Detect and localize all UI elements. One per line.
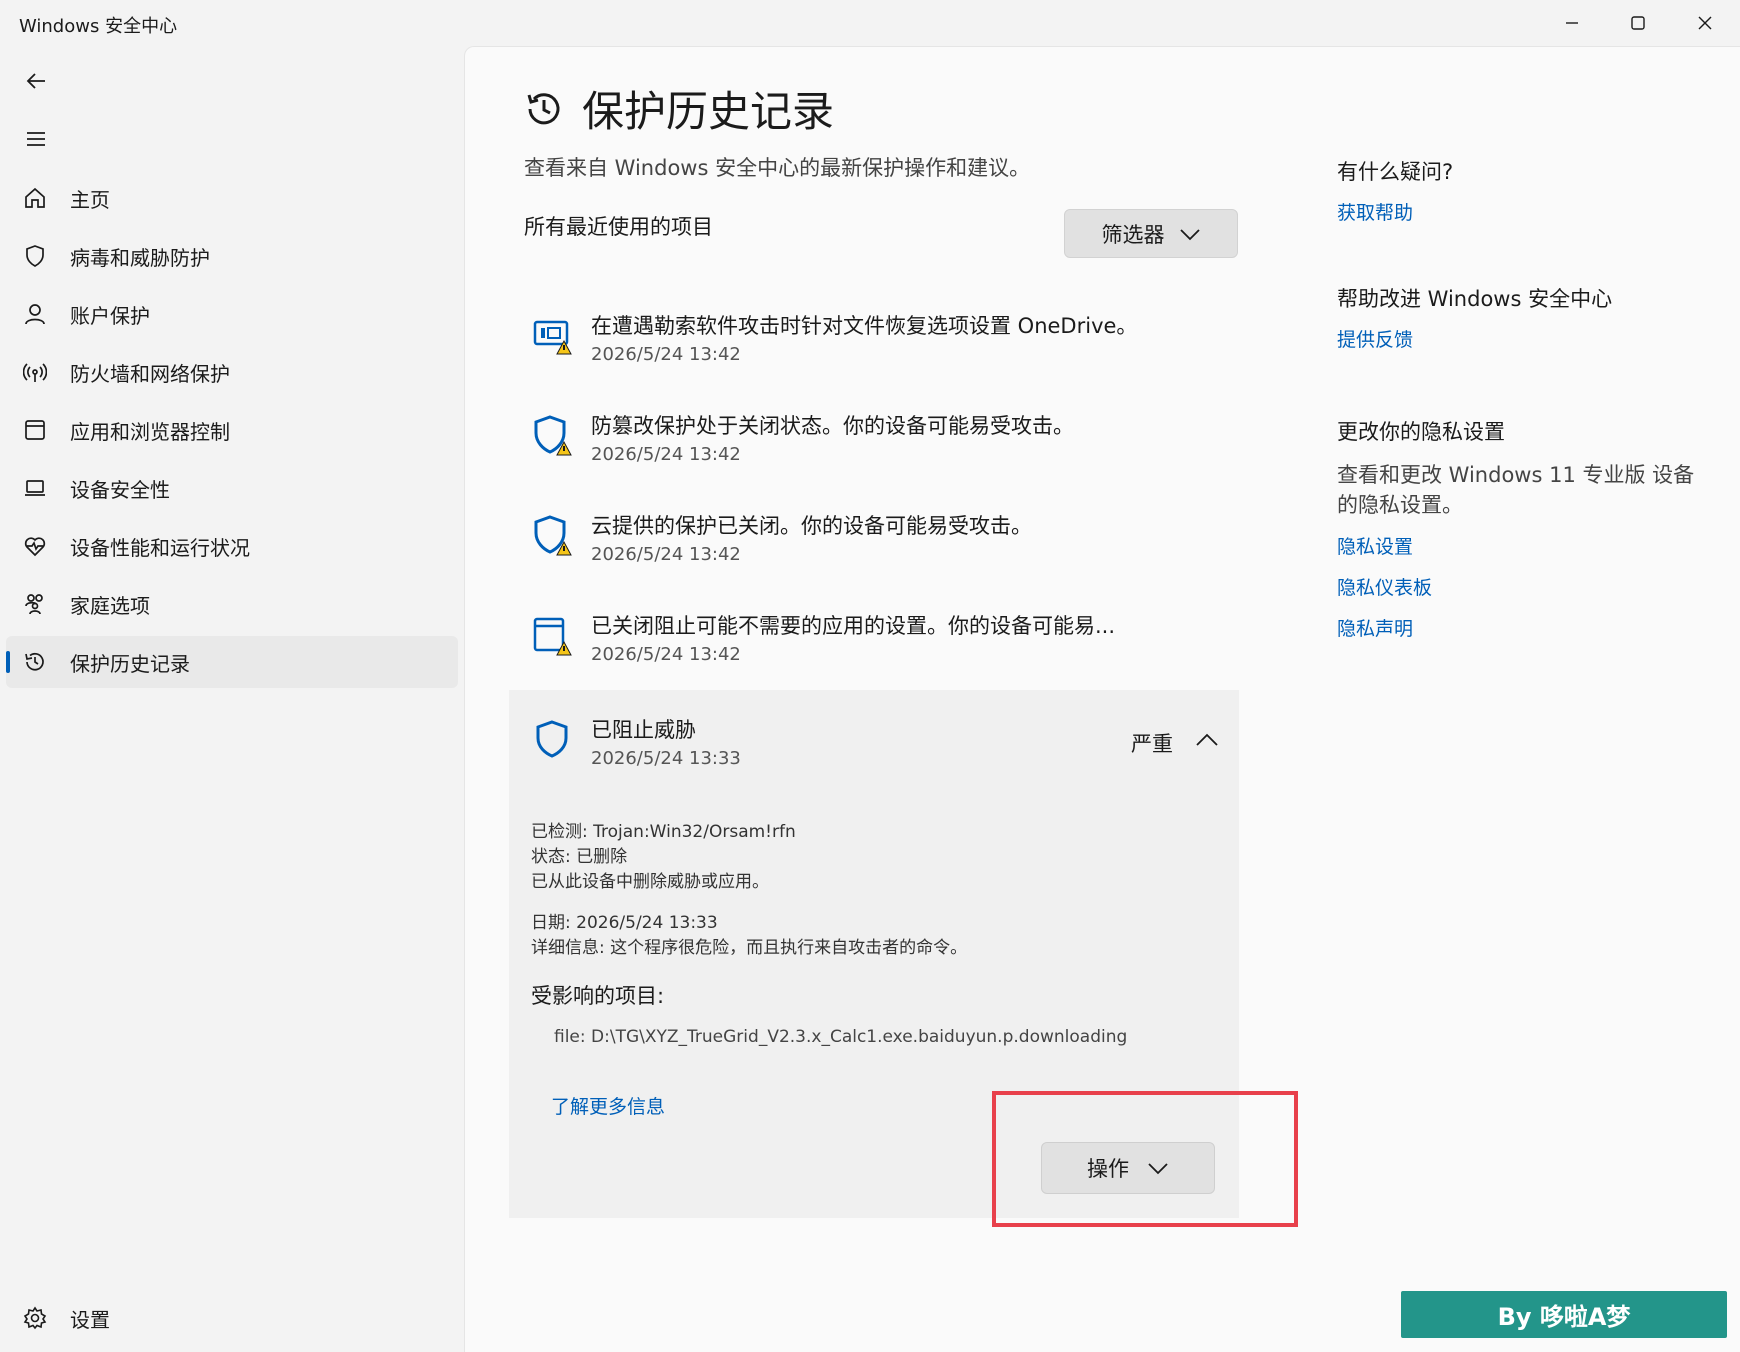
hamburger-icon (27, 132, 45, 146)
history-item-time: 2026/5/24 13:42 (591, 544, 741, 565)
sidebar-item-virus-protection[interactable]: 病毒和威胁防护 (6, 230, 458, 282)
close-button[interactable] (1679, 8, 1731, 38)
history-item[interactable]: 已关闭阻止可能不需要的应用的设置。你的设备可能易... 2026/5/24 13… (509, 590, 1239, 690)
privacy-dashboard-link[interactable]: 隐私仪表板 (1337, 573, 1697, 600)
sidebar-item-label: 防火墙和网络保护 (70, 361, 230, 386)
privacy-statement-link[interactable]: 隐私声明 (1337, 614, 1697, 641)
sidebar-item-home[interactable]: 主页 (6, 172, 458, 224)
back-button[interactable] (14, 61, 58, 101)
feedback-link[interactable]: 提供反馈 (1337, 325, 1697, 352)
sidebar-item-label: 主页 (70, 187, 110, 212)
get-help-link[interactable]: 获取帮助 (1337, 198, 1697, 225)
sidebar-item-account-protection[interactable]: 账户保护 (6, 288, 458, 340)
sidebar-item-device-performance[interactable]: 设备性能和运行状况 (6, 520, 458, 572)
window-title: Windows 安全中心 (19, 16, 178, 37)
privacy-description: 查看和更改 Windows 11 专业版 设备的隐私设置。 (1337, 463, 1695, 517)
shield-warning-icon (534, 415, 572, 456)
affected-items-title: 受影响的项目: (531, 984, 665, 1008)
sidebar-item-app-browser[interactable]: 应用和浏览器控制 (6, 404, 458, 456)
removed-text: 已从此设备中删除威胁或应用。 (531, 872, 769, 892)
title-bar: Windows 安全中心 (0, 0, 1740, 46)
privacy-heading: 更改你的隐私设置 (1337, 420, 1505, 444)
shield-warning-icon (534, 515, 572, 556)
history-item-time: 2026/5/24 13:42 (591, 344, 741, 365)
sidebar-item-label: 设备安全性 (70, 477, 170, 502)
shield-icon (20, 241, 50, 271)
filter-button[interactable]: 筛选器 (1064, 209, 1238, 258)
history-item-title: 防篡改保护处于关闭状态。你的设备可能易受攻击。 (591, 414, 1074, 438)
history-item[interactable]: 防篡改保护处于关闭状态。你的设备可能易受攻击。 2026/5/24 13:42 (509, 390, 1239, 490)
sidebar-item-device-security[interactable]: 设备安全性 (6, 462, 458, 514)
section-label: 所有最近使用的项目 (524, 215, 713, 239)
sidebar-item-firewall[interactable]: 防火墙和网络保护 (6, 346, 458, 398)
watermark-badge: By 哆啦A梦 (1401, 1291, 1727, 1338)
affected-file: file: D:\TG\XYZ_TrueGrid_V2.3.x_Calc1.ex… (554, 1027, 1128, 1047)
laptop-icon (20, 473, 50, 503)
shield-icon (536, 720, 568, 758)
severity-label: 严重 (1131, 732, 1173, 756)
ransomware-warning-icon (533, 320, 572, 355)
history-item[interactable]: 云提供的保护已关闭。你的设备可能易受攻击。 2026/5/24 13:42 (509, 490, 1239, 590)
sidebar-item-label: 账户保护 (70, 303, 150, 328)
history-item[interactable]: 在遭遇勒索软件攻击时针对文件恢复选项设置 OneDrive。 2026/5/24… (509, 290, 1239, 390)
history-item-title: 已关闭阻止可能不需要的应用的设置。你的设备可能易... (591, 614, 1116, 638)
family-icon (20, 589, 50, 619)
history-list: 在遭遇勒索软件攻击时针对文件恢复选项设置 OneDrive。 2026/5/24… (509, 290, 1239, 690)
settings-label: 设置 (70, 1307, 110, 1332)
date-text: 日期: 2026/5/24 13:33 (531, 913, 718, 933)
threat-details: 已检测: Trojan:Win32/Orsam!rfn 状态: 已删除 已从此设… (531, 820, 967, 961)
sidebar-nav: 主页 病毒和威胁防护 账户保护 防火墙和网络保护 应用和浏览器控制 设备安全性 … (6, 172, 458, 694)
sidebar-item-label: 病毒和威胁防护 (70, 245, 210, 270)
history-item-time: 2026/5/24 13:42 (591, 644, 741, 665)
status-text: 状态: 已删除 (531, 847, 628, 867)
details-text: 详细信息: 这个程序很危险，而且执行来自攻击者的命令。 (531, 938, 968, 958)
sidebar-item-label: 设备性能和运行状况 (70, 535, 250, 560)
menu-button[interactable] (14, 119, 58, 159)
page-header: 保护历史记录 (524, 78, 834, 139)
app-warning-icon (533, 617, 572, 656)
history-item-title: 在遭遇勒索软件攻击时针对文件恢复选项设置 OneDrive。 (591, 314, 1138, 338)
privacy-settings-link[interactable]: 隐私设置 (1337, 532, 1697, 559)
app-window-icon (20, 415, 50, 445)
maximize-button[interactable] (1612, 8, 1664, 38)
highlight-annotation-box (992, 1091, 1298, 1227)
page-title: 保护历史记录 (582, 87, 835, 136)
sidebar-item-label: 应用和浏览器控制 (70, 419, 230, 444)
sidebar-item-label: 家庭选项 (70, 593, 150, 618)
detected-text: 已检测: Trojan:Win32/Orsam!rfn (531, 822, 796, 842)
history-icon (20, 647, 50, 677)
chevron-up-icon (1196, 733, 1218, 746)
improve-heading: 帮助改进 Windows 安全中心 (1337, 287, 1613, 311)
close-icon (1698, 16, 1712, 30)
history-item-title: 云提供的保护已关闭。你的设备可能易受攻击。 (591, 514, 1032, 538)
learn-more-link[interactable]: 了解更多信息 (551, 1092, 665, 1119)
person-icon (20, 299, 50, 329)
threat-time: 2026/5/24 13:33 (591, 748, 741, 769)
question-heading: 有什么疑问? (1337, 160, 1454, 184)
minimize-button[interactable] (1546, 8, 1598, 38)
chevron-down-icon (1179, 228, 1200, 240)
sidebar-item-label: 保护历史记录 (70, 651, 190, 676)
sidebar-item-protection-history[interactable]: 保护历史记录 (6, 636, 458, 688)
page-subtitle: 查看来自 Windows 安全中心的最新保护操作和建议。 (524, 156, 1031, 180)
help-column: 有什么疑问? 获取帮助 帮助改进 Windows 安全中心 提供反馈 更改你的隐… (1337, 150, 1697, 641)
sidebar-item-settings[interactable]: 设置 (6, 1292, 458, 1344)
heart-pulse-icon (20, 531, 50, 561)
gear-icon (20, 1303, 50, 1333)
back-arrow-icon (26, 73, 45, 89)
wireless-icon (20, 357, 50, 387)
threat-title: 已阻止威胁 (591, 718, 696, 742)
filter-label: 筛选器 (1101, 222, 1165, 247)
sidebar-item-family[interactable]: 家庭选项 (6, 578, 458, 630)
home-icon (20, 183, 50, 213)
history-icon (527, 92, 560, 124)
collapse-button[interactable] (1189, 724, 1225, 756)
history-item-time: 2026/5/24 13:42 (591, 444, 741, 465)
maximize-icon (1631, 16, 1645, 30)
threat-header[interactable]: 已阻止威胁 2026/5/24 13:33 (531, 714, 741, 769)
minimize-icon (1566, 22, 1578, 24)
